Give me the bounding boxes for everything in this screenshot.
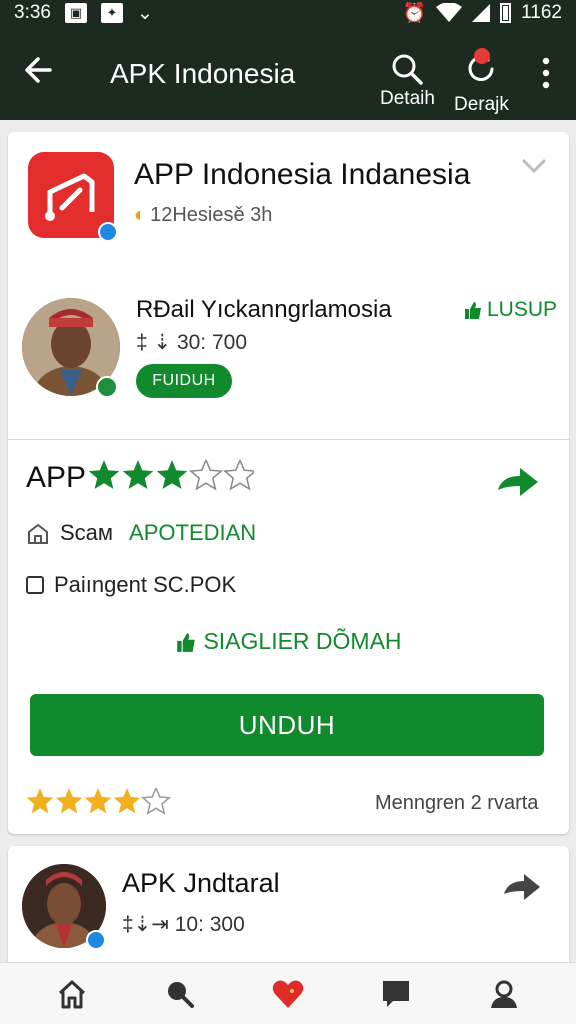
checkbox-label: Paiıngent SC.POK xyxy=(54,572,237,597)
app-subtitle: ◐ 12Hesiesě 3h xyxy=(134,204,272,227)
nav-search[interactable] xyxy=(160,974,200,1014)
info-category-value: APOTEDIAN xyxy=(129,520,257,545)
app-bar: APK Indonesia Detaih Derajk xyxy=(0,26,576,120)
heart-icon xyxy=(272,980,304,1008)
like-label: LUSUP xyxy=(487,298,558,321)
info-row-category: Scaм APOTEDIAN xyxy=(26,520,256,546)
app-notification-icon: ✦ xyxy=(100,3,123,23)
nav-home[interactable] xyxy=(52,974,92,1014)
detail-button-label: Detaih xyxy=(380,88,435,109)
reviews-count[interactable]: Menngren 2 rvarta xyxy=(375,792,538,815)
chevron-down-icon[interactable] xyxy=(520,156,548,176)
app-icon[interactable] xyxy=(28,152,118,242)
verified-badge-icon xyxy=(86,930,106,950)
agreement-checkbox[interactable] xyxy=(26,576,44,594)
battery-icon xyxy=(500,3,512,23)
like-button[interactable]: LUSUP xyxy=(463,298,557,322)
dropdown-notification-icon: ⌄ xyxy=(136,2,153,24)
gallery-notification-icon: ▣ xyxy=(64,3,87,23)
verified-check-icon xyxy=(96,376,118,398)
chat-icon xyxy=(383,980,409,1007)
suggest-label: SIAGLIER DÕMAH xyxy=(203,628,402,654)
detail-button[interactable]: Detaih xyxy=(380,52,435,110)
nav-favorites[interactable] xyxy=(268,974,308,1014)
user-rating-stars[interactable] xyxy=(26,788,176,820)
related-app-price: ‡⇣⇥ 10: 300 xyxy=(122,913,245,936)
app-subtitle-text: 12Hesiesě 3h xyxy=(150,204,273,226)
app-title: APP Indonesia Indanesia xyxy=(134,158,471,191)
star-icon xyxy=(222,460,255,491)
star-icon xyxy=(188,460,224,491)
related-app-card[interactable]: APK Jndtaral ‡⇣⇥ 10: 300 xyxy=(8,846,569,976)
search-icon xyxy=(392,54,424,85)
rating-stars xyxy=(88,460,255,491)
app-rating: APP xyxy=(26,460,255,496)
home-icon xyxy=(58,980,86,1008)
battery-percent: 1162 xyxy=(521,2,562,23)
section-divider xyxy=(8,439,569,440)
star-icon xyxy=(88,460,120,489)
search-icon xyxy=(168,981,194,1008)
bottom-navigation xyxy=(0,962,576,1024)
refresh-button-label: Derajk xyxy=(454,94,509,115)
star-icon xyxy=(140,788,172,815)
developer-download-button[interactable]: FUIDUH xyxy=(136,364,232,398)
share-icon[interactable] xyxy=(502,872,542,902)
suggest-link[interactable]: SIAGLIER DÕMAH xyxy=(8,628,569,655)
info-row-checkbox: Paiıngent SC.POK xyxy=(26,572,236,598)
verified-badge-icon xyxy=(98,222,118,242)
alarm-icon: ⏰ xyxy=(402,3,427,24)
thumbs-up-icon xyxy=(465,302,481,319)
house-icon xyxy=(28,523,48,544)
star-icon xyxy=(55,788,83,814)
thumbs-up-icon xyxy=(177,632,196,652)
related-app-title: APK Jndtaral xyxy=(122,868,280,898)
info-category-label: Scaм xyxy=(60,520,114,545)
app-detail-card: APP Indonesia Indanesia ◐ 12Hesiesě 3h R… xyxy=(8,132,569,834)
nav-messages[interactable] xyxy=(376,974,416,1014)
star-icon xyxy=(156,460,188,489)
nav-profile[interactable] xyxy=(484,974,524,1014)
star-icon xyxy=(26,788,54,814)
refresh-button[interactable]: Derajk xyxy=(454,48,509,116)
rainbow-icon: ◐ xyxy=(134,204,147,226)
status-time: 3:36 xyxy=(14,2,51,23)
star-icon xyxy=(122,460,154,489)
download-button[interactable]: UNDUH xyxy=(30,694,544,756)
status-bar: 3:36 ▣ ✦ ⌄ ⏰ 1162 xyxy=(0,0,576,26)
rating-label: APP xyxy=(26,461,87,494)
share-icon[interactable] xyxy=(496,466,540,498)
wifi-icon xyxy=(436,3,463,22)
back-arrow-icon[interactable] xyxy=(18,50,58,90)
star-icon xyxy=(113,788,141,814)
profile-icon xyxy=(491,980,517,1008)
developer-name: RĐail Yıckanngrlamosia xyxy=(136,296,392,323)
developer-price: ‡ ⇣ 30: 700 xyxy=(136,331,248,354)
signal-icon xyxy=(472,4,491,22)
more-options-icon[interactable] xyxy=(536,56,556,90)
page-title: APK Indonesia xyxy=(110,58,296,89)
star-icon xyxy=(84,788,112,814)
